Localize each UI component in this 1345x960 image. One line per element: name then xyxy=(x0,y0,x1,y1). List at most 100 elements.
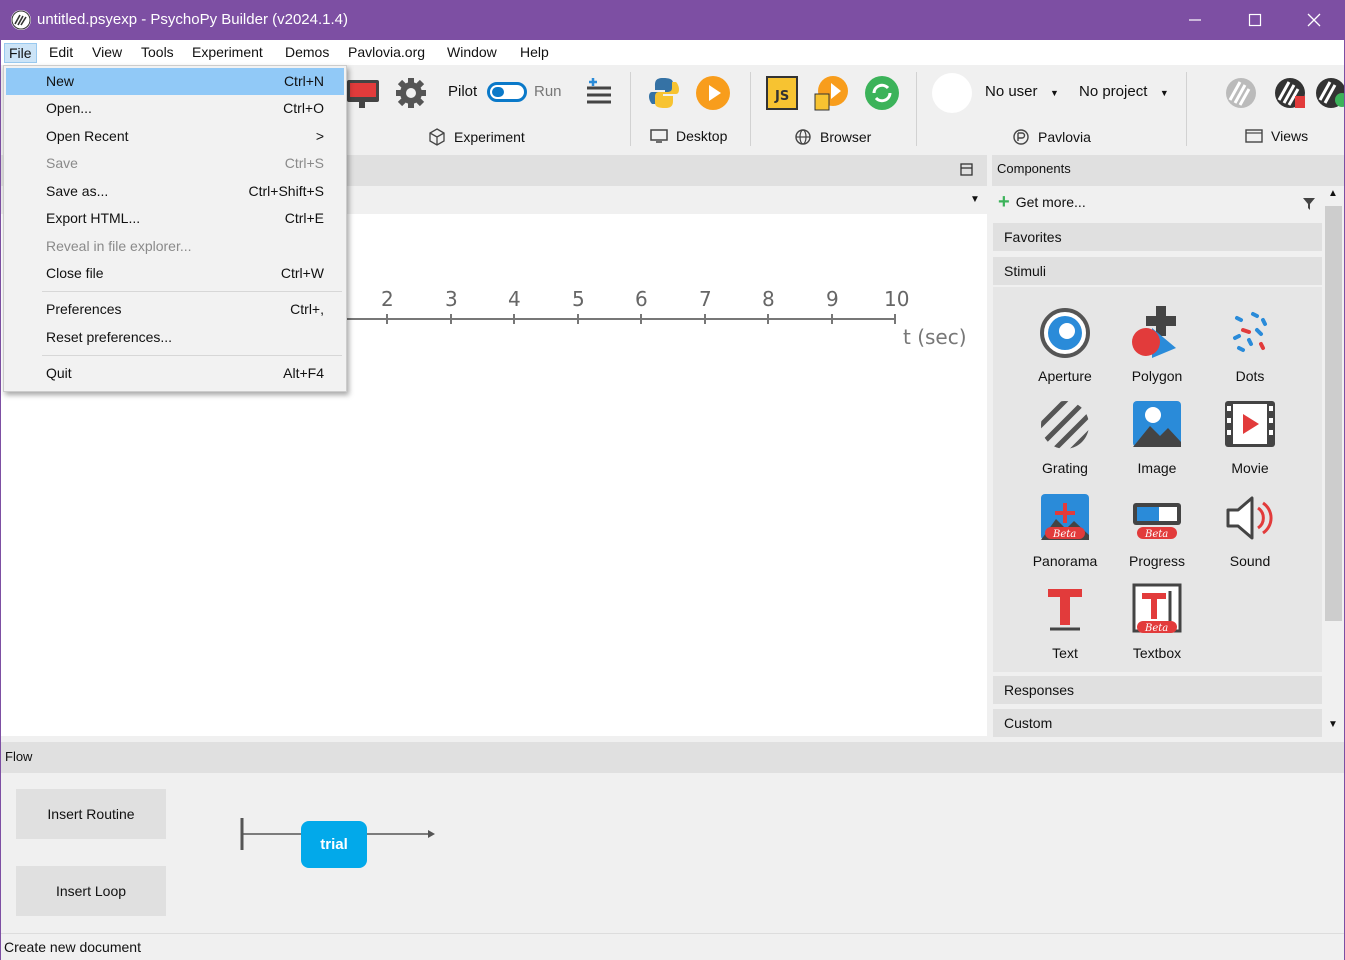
file-menu-reset-preferences[interactable]: Reset preferences... xyxy=(6,324,344,351)
component-dots[interactable]: Dots xyxy=(1205,306,1295,384)
file-menu-close-file[interactable]: Close file Ctrl+W xyxy=(6,260,344,287)
menu-item-shortcut: Ctrl+O xyxy=(283,100,324,116)
timeline-tick-label: 8 xyxy=(762,287,775,311)
timeline-tick xyxy=(640,314,642,324)
menu-window[interactable]: Window xyxy=(443,43,501,61)
monitor-center-button[interactable] xyxy=(343,74,381,112)
monitor-icon xyxy=(347,80,379,108)
experiment-section: Experiment xyxy=(428,128,525,146)
tab-dropdown-icon[interactable]: ▼ xyxy=(970,194,980,205)
category-stimuli[interactable]: Stimuli xyxy=(993,257,1322,285)
menu-tools[interactable]: Tools xyxy=(137,43,178,61)
component-progress[interactable]: Beta Progress xyxy=(1112,491,1202,569)
component-movie[interactable]: Movie xyxy=(1205,398,1295,476)
timeline-tick-label: 10 xyxy=(884,287,910,311)
view-coder-button[interactable] xyxy=(1271,74,1309,112)
category-responses[interactable]: Responses xyxy=(993,676,1322,704)
minimize-button[interactable] xyxy=(1166,0,1224,40)
file-menu-open[interactable]: Open... Ctrl+O xyxy=(6,95,344,122)
compile-js-button[interactable]: JS xyxy=(763,74,801,112)
timeline-tick xyxy=(577,314,579,324)
component-text[interactable]: Text xyxy=(1020,583,1110,661)
component-aperture[interactable]: Aperture xyxy=(1020,306,1110,384)
components-header: Components xyxy=(992,155,1345,186)
timeline-tick-label: 5 xyxy=(572,287,585,311)
beta-badge: Beta xyxy=(1052,529,1076,540)
timeline-tick xyxy=(894,314,896,324)
file-menu-export-html[interactable]: Export HTML... Ctrl+E xyxy=(6,205,344,232)
menu-separator xyxy=(42,291,342,292)
component-grating[interactable]: Grating xyxy=(1020,398,1110,476)
scroll-up-icon[interactable]: ▲ xyxy=(1328,188,1338,199)
menu-help[interactable]: Help xyxy=(516,43,553,61)
compile-python-button[interactable] xyxy=(645,74,683,112)
component-panorama[interactable]: Beta Panorama xyxy=(1020,491,1110,569)
image-icon xyxy=(1130,398,1184,452)
sync-pavlovia-button[interactable] xyxy=(863,74,901,112)
collapse-panel-icon[interactable] xyxy=(960,163,973,176)
insert-loop-button[interactable]: Insert Loop xyxy=(16,866,166,916)
menu-item-shortcut: Ctrl+N xyxy=(283,73,324,89)
polygon-icon xyxy=(1130,306,1184,360)
sync-icon xyxy=(865,76,899,110)
menu-item-shortcut: Alt+F4 xyxy=(283,365,324,381)
category-favorites[interactable]: Favorites xyxy=(993,223,1322,251)
timeline-tick xyxy=(831,314,833,324)
chevron-down-icon: ▼ xyxy=(1050,88,1059,98)
menu-pavlovia[interactable]: Pavlovia.org xyxy=(344,43,429,61)
submenu-arrow-icon: > xyxy=(315,128,324,144)
desktop-section: Desktop xyxy=(650,128,727,144)
pilot-run-toggle[interactable] xyxy=(487,82,527,102)
js-file-icon: JS xyxy=(766,76,798,110)
view-runner-button[interactable] xyxy=(1312,74,1345,112)
file-menu-reveal[interactable]: Reveal in file explorer... xyxy=(6,233,344,260)
run-python-button[interactable] xyxy=(694,74,732,112)
file-menu-new[interactable]: New Ctrl+N xyxy=(6,68,344,95)
psychopy-coder-icon xyxy=(1275,78,1305,108)
file-menu-save[interactable]: Save Ctrl+S xyxy=(6,150,344,177)
menu-item-label: Preferences xyxy=(46,301,122,317)
menu-experiment[interactable]: Experiment xyxy=(188,43,267,61)
scroll-down-icon[interactable]: ▼ xyxy=(1328,719,1338,730)
flow-routine-trial[interactable]: trial xyxy=(301,821,367,868)
minimize-icon xyxy=(1189,19,1201,21)
runner-button[interactable] xyxy=(579,74,617,112)
file-menu-dropdown: New Ctrl+N Open... Ctrl+O Open Recent > … xyxy=(3,65,347,392)
menu-demos[interactable]: Demos xyxy=(281,43,333,61)
menu-edit[interactable]: Edit xyxy=(45,43,77,61)
menu-view[interactable]: View xyxy=(88,43,126,61)
project-dropdown[interactable]: No project ▼ xyxy=(1079,83,1169,100)
component-textbox[interactable]: Beta Textbox xyxy=(1112,583,1202,661)
file-menu-open-recent[interactable]: Open Recent > xyxy=(6,123,344,150)
component-label: Aperture xyxy=(1038,368,1092,384)
component-polygon[interactable]: Polygon xyxy=(1112,300,1202,384)
time-unit-label: t (sec) xyxy=(903,325,967,349)
experiment-settings-button[interactable] xyxy=(392,74,430,112)
pavlovia-section: Pavlovia xyxy=(1012,128,1091,146)
view-builder-button[interactable] xyxy=(1222,74,1260,112)
category-custom[interactable]: Custom xyxy=(993,709,1322,737)
scrollbar-thumb[interactable] xyxy=(1325,206,1342,621)
run-label: Run xyxy=(534,83,562,100)
flow-area[interactable] xyxy=(0,773,1345,933)
menu-file[interactable]: File xyxy=(4,43,37,63)
file-menu-save-as[interactable]: Save as... Ctrl+Shift+S xyxy=(6,178,344,205)
maximize-button[interactable] xyxy=(1226,0,1284,40)
insert-routine-button[interactable]: Insert Routine xyxy=(16,789,166,839)
component-image[interactable]: Image xyxy=(1112,398,1202,476)
filter-icon[interactable] xyxy=(1302,197,1316,211)
file-menu-preferences[interactable]: Preferences Ctrl+, xyxy=(6,296,344,323)
menu-item-label: Close file xyxy=(46,265,104,281)
user-dropdown[interactable]: No user ▼ xyxy=(985,83,1059,100)
timeline-tick-label: 9 xyxy=(826,287,839,311)
close-button[interactable] xyxy=(1285,0,1343,40)
desktop-label: Desktop xyxy=(676,128,728,144)
timeline-tick xyxy=(513,314,515,324)
file-menu-quit[interactable]: Quit Alt+F4 xyxy=(6,360,344,387)
user-avatar[interactable] xyxy=(932,73,972,113)
grating-icon xyxy=(1038,398,1092,452)
component-sound[interactable]: Sound xyxy=(1205,491,1295,569)
get-more-button[interactable]: + Get more... xyxy=(998,192,1086,212)
timeline-tick-label: 2 xyxy=(381,287,394,311)
run-js-button[interactable] xyxy=(812,74,850,112)
